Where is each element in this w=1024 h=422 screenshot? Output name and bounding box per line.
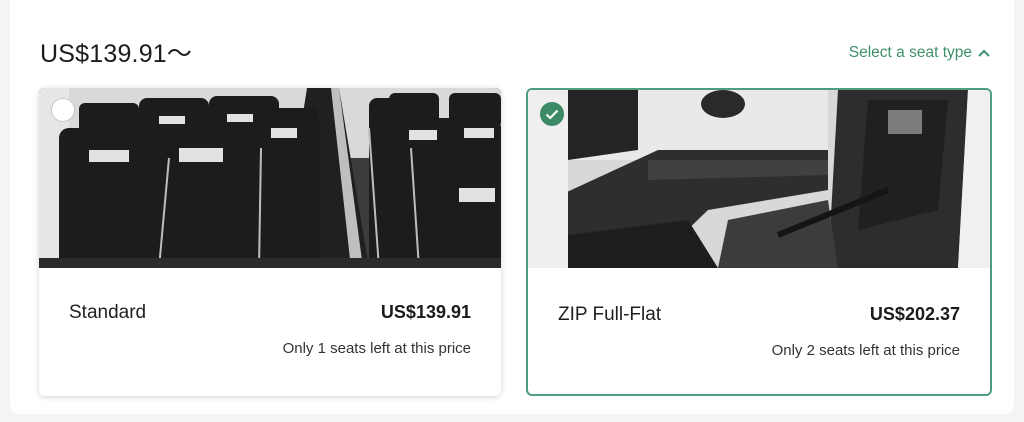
seat-selection-panel: US$139.91～ Select a seat type Standard U… <box>10 0 1014 414</box>
seat-availability-note: Only 1 seats left at this price <box>282 340 471 357</box>
zip-full-flat-seat-photo <box>528 90 990 268</box>
radio-icon[interactable] <box>51 98 75 122</box>
seat-type-toggle-label: Select a seat type <box>848 44 972 61</box>
starting-price: US$139.91～ <box>40 40 193 68</box>
checkmark-icon <box>540 102 564 126</box>
seat-availability-note: Only 2 seats left at this price <box>771 342 960 359</box>
seat-option-name: ZIP Full-Flat <box>558 304 662 325</box>
seat-option-price: US$202.37 <box>869 304 960 324</box>
select-seat-type-toggle[interactable]: Select a seat type <box>849 44 990 62</box>
seat-option-zip-full-flat[interactable]: ZIP Full-Flat US$202.37 Only 2 seats lef… <box>526 88 992 396</box>
seat-option-name: Standard <box>69 302 147 323</box>
standard-seat-photo <box>39 88 501 268</box>
chevron-up-icon <box>978 49 990 57</box>
seat-option-standard[interactable]: Standard US$139.91 Only 1 seats left at … <box>39 88 501 396</box>
seat-option-price: US$139.91 <box>380 302 471 322</box>
